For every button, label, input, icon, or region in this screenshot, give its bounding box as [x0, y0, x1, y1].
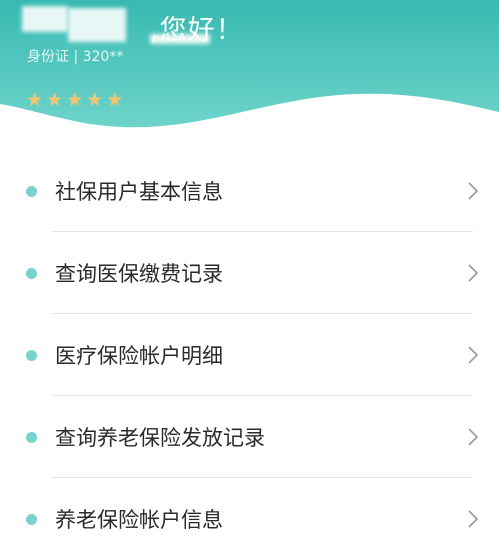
- star-icon: ★: [86, 89, 104, 111]
- chevron-right-icon: [468, 182, 479, 200]
- menu-item-label: 医疗保险帐户明细: [55, 344, 223, 368]
- chevron-right-icon: [468, 264, 479, 282]
- star-icon: ★: [26, 89, 44, 111]
- menu-item-label: 社保用户基本信息: [55, 180, 223, 204]
- menu-item-pension-account-info[interactable]: 养老保险帐户信息: [0, 478, 499, 560]
- bullet-dot-icon: [26, 432, 37, 443]
- service-menu: 社保用户基本信息 查询医保缴费记录 医疗保险帐户明细 查询养老保险发放记录 养老…: [0, 150, 499, 560]
- star-icon: ★: [46, 89, 64, 111]
- id-card-info: 身份证 | 320**: [27, 49, 124, 65]
- chevron-right-icon: [468, 510, 479, 528]
- star-icon: ★: [106, 89, 124, 111]
- menu-item-medical-account-details[interactable]: 医疗保险帐户明细: [0, 314, 499, 396]
- star-icon: ★: [66, 89, 84, 111]
- menu-item-medical-payment-records[interactable]: 查询医保缴费记录: [0, 232, 499, 314]
- menu-item-label: 查询医保缴费记录: [55, 262, 223, 286]
- menu-item-label: 养老保险帐户信息: [55, 508, 223, 532]
- menu-item-label: 查询养老保险发放记录: [55, 426, 265, 450]
- bullet-dot-icon: [26, 268, 37, 279]
- chevron-right-icon: [468, 428, 479, 446]
- chevron-right-icon: [468, 346, 479, 364]
- redacted-name-block: [22, 6, 68, 32]
- rating-stars: ★ ★ ★ ★ ★: [26, 90, 123, 110]
- menu-item-pension-payout-records[interactable]: 查询养老保险发放记录: [0, 396, 499, 478]
- profile-header: ,您好！ 身份证 | 320** ★ ★ ★ ★ ★: [0, 0, 499, 140]
- redacted-name-block: [68, 8, 126, 42]
- menu-item-basic-info[interactable]: 社保用户基本信息: [0, 150, 499, 232]
- bullet-dot-icon: [26, 350, 37, 361]
- bullet-dot-icon: [26, 186, 37, 197]
- bullet-dot-icon: [26, 514, 37, 525]
- greeting-text: ,您好！: [150, 15, 244, 46]
